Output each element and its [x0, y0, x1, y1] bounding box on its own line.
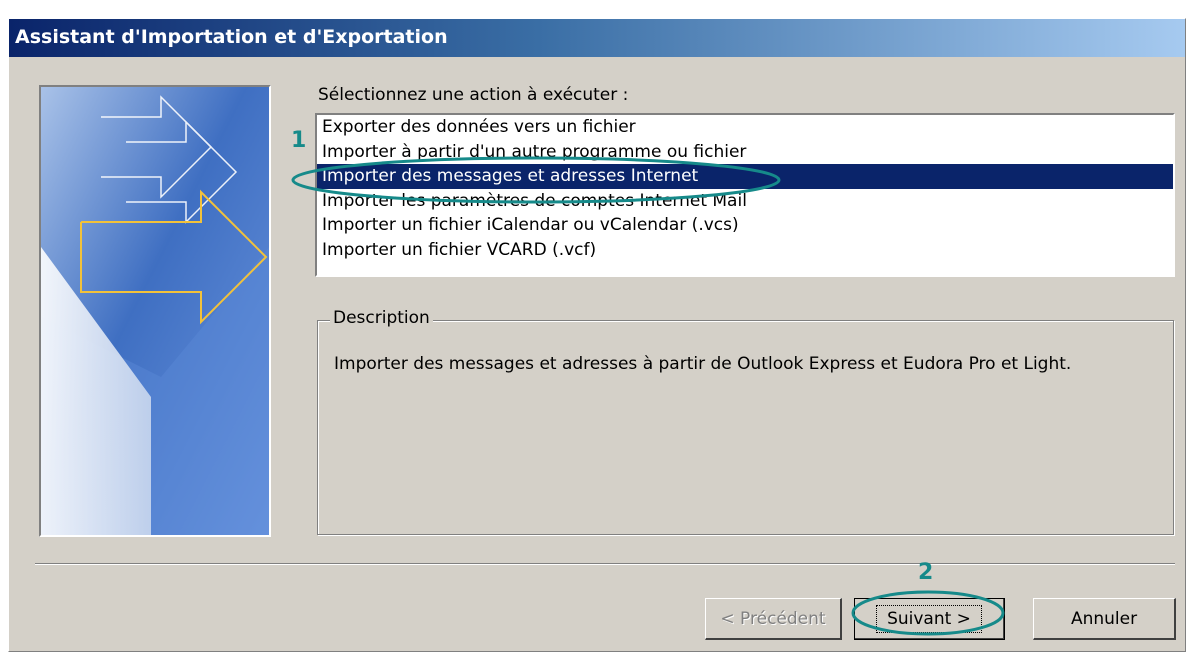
- annotation-step-1: 1: [291, 128, 307, 153]
- title-bar[interactable]: Assistant d'Importation et d'Exportation: [9, 19, 1185, 57]
- button-separator: [35, 563, 1175, 565]
- list-item-import-vcard[interactable]: Importer un fichier VCARD (.vcf): [317, 238, 1173, 263]
- cancel-button-label: Annuler: [1070, 608, 1138, 629]
- description-legend: Description: [330, 308, 433, 328]
- action-listbox[interactable]: Exporter des données vers un fichier Imp…: [315, 113, 1175, 277]
- action-prompt: Sélectionnez une action à exécuter :: [318, 85, 629, 105]
- previous-button-label: < Précédent: [720, 608, 826, 629]
- description-groupbox: Description Importer des messages et adr…: [317, 308, 1174, 535]
- previous-button[interactable]: < Précédent: [705, 598, 842, 640]
- annotation-step-2: 2: [918, 560, 934, 585]
- list-item-export-file[interactable]: Exporter des données vers un fichier: [317, 115, 1173, 140]
- wizard-banner-image: [39, 85, 271, 537]
- list-item-import-internet-mail[interactable]: Importer des messages et adresses Intern…: [317, 164, 1173, 189]
- list-item-import-mail-account-settings[interactable]: Importer les paramètres de comptes Inter…: [317, 189, 1173, 214]
- list-item-import-other-program[interactable]: Importer à partir d'un autre programme o…: [317, 140, 1173, 165]
- cancel-button[interactable]: Annuler: [1033, 598, 1176, 640]
- description-text: Importer des messages et adresses à part…: [334, 354, 1072, 374]
- window-title: Assistant d'Importation et d'Exportation: [15, 26, 448, 48]
- next-button-label: Suivant >: [876, 604, 982, 633]
- list-item-import-icalendar[interactable]: Importer un fichier iCalendar ou vCalend…: [317, 213, 1173, 238]
- wizard-dialog: Assistant d'Importation et d'Exportation: [8, 18, 1186, 652]
- next-button[interactable]: Suivant >: [854, 598, 1005, 640]
